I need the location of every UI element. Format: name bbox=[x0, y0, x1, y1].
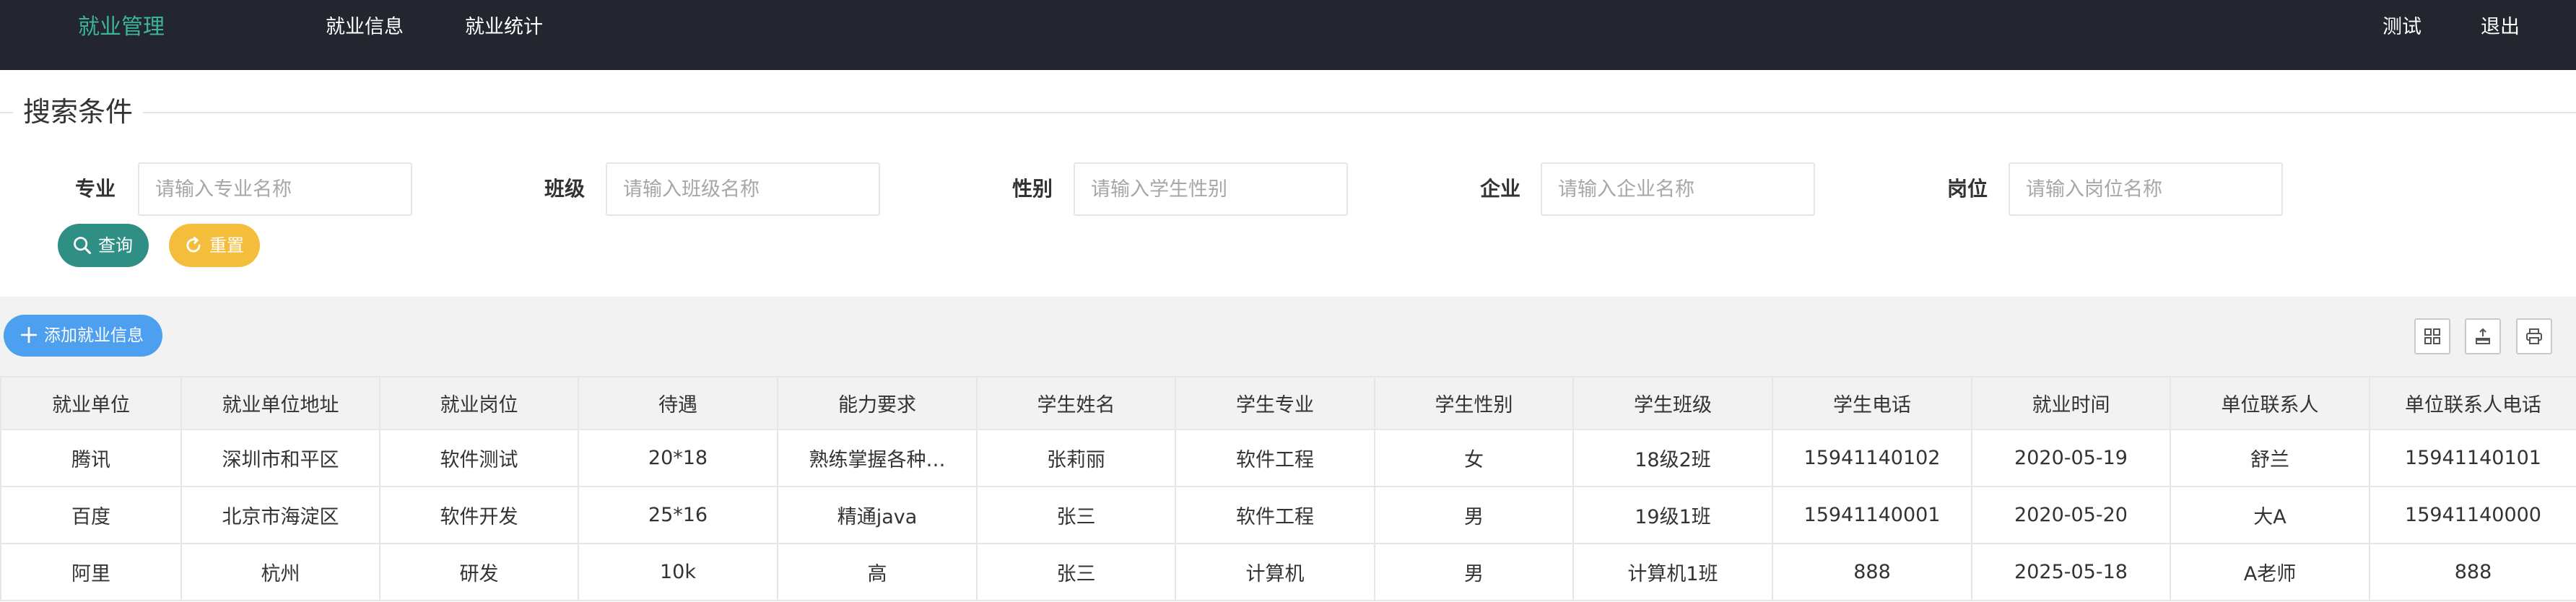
refresh-icon bbox=[186, 237, 201, 253]
table-cell: 百度 bbox=[0, 486, 182, 544]
nav-user-test[interactable]: 测试 bbox=[2383, 14, 2421, 40]
nav-employment-info[interactable]: 就业信息 bbox=[326, 14, 404, 40]
table-row[interactable]: 腾讯 深圳市和平区 软件测试 20*18 熟练掌握各种… 张莉丽 软件工程 女 … bbox=[0, 429, 2576, 487]
column-header[interactable]: 就业单位地址 bbox=[180, 376, 380, 430]
table-cell: 888 bbox=[1772, 543, 1972, 601]
table-cell: 精通java bbox=[777, 486, 978, 544]
table-cell: 研发 bbox=[379, 543, 579, 601]
column-header[interactable]: 学生姓名 bbox=[976, 376, 1176, 430]
company-input[interactable] bbox=[1541, 162, 1815, 216]
column-header[interactable]: 学生电话 bbox=[1772, 376, 1972, 430]
table-cell: 2025-05-18 bbox=[1971, 543, 2171, 601]
table-cell: 深圳市和平区 bbox=[180, 429, 380, 487]
query-button-label: 查询 bbox=[98, 235, 133, 256]
table-cell: 男 bbox=[1374, 486, 1574, 544]
table-cell: 15941140101 bbox=[2369, 429, 2576, 487]
column-header[interactable]: 就业岗位 bbox=[379, 376, 579, 430]
major-label: 专业 bbox=[75, 177, 116, 201]
position-input[interactable] bbox=[2009, 162, 2283, 216]
gender-input[interactable] bbox=[1074, 162, 1348, 216]
column-header[interactable]: 就业单位 bbox=[0, 376, 182, 430]
company-label: 企业 bbox=[1480, 177, 1521, 201]
table-cell: 19级1班 bbox=[1572, 486, 1773, 544]
table-cell: 15941140001 bbox=[1772, 486, 1972, 544]
table-cell: 15941140000 bbox=[2369, 486, 2576, 544]
reset-button[interactable]: 重置 bbox=[169, 224, 260, 267]
table-cell: 张三 bbox=[976, 543, 1176, 601]
column-header[interactable]: 就业时间 bbox=[1971, 376, 2171, 430]
top-navbar: 就业管理 就业信息 就业统计 测试 退出 bbox=[0, 0, 2576, 70]
table-cell: 杭州 bbox=[180, 543, 380, 601]
column-header[interactable]: 待遇 bbox=[578, 376, 778, 430]
fieldset-border bbox=[0, 112, 2576, 113]
print-icon bbox=[2526, 328, 2542, 344]
column-header[interactable]: 学生性别 bbox=[1374, 376, 1574, 430]
column-header[interactable]: 单位联系人 bbox=[2170, 376, 2370, 430]
table-cell: 计算机 bbox=[1175, 543, 1375, 601]
table-cell: 熟练掌握各种… bbox=[777, 429, 978, 487]
brand-logo[interactable]: 就业管理 bbox=[78, 13, 165, 42]
table-cell: 女 bbox=[1374, 429, 1574, 487]
nav-logout[interactable]: 退出 bbox=[2481, 14, 2520, 40]
table-cell: 计算机1班 bbox=[1572, 543, 1773, 601]
plus-icon bbox=[20, 326, 38, 344]
nav-employment-stats[interactable]: 就业统计 bbox=[465, 14, 543, 40]
search-icon bbox=[74, 237, 92, 255]
major-input[interactable] bbox=[138, 162, 412, 216]
table-cell: 北京市海淀区 bbox=[180, 486, 380, 544]
gender-label: 性别 bbox=[1012, 177, 1053, 201]
query-button[interactable]: 查询 bbox=[58, 224, 149, 267]
table-cell: 25*16 bbox=[578, 486, 778, 544]
class-input[interactable] bbox=[606, 162, 880, 216]
column-header[interactable]: 学生班级 bbox=[1572, 376, 1773, 430]
columns-filter-button[interactable] bbox=[2414, 318, 2450, 354]
search-legend: 搜索条件 bbox=[13, 92, 144, 131]
table-cell: 2020-05-19 bbox=[1971, 429, 2171, 487]
table-cell: 阿里 bbox=[0, 543, 182, 601]
table-cell: 软件开发 bbox=[379, 486, 579, 544]
employment-table: 就业单位 就业单位地址 就业岗位 待遇 能力要求 学生姓名 学生专业 学生性别 … bbox=[0, 376, 2576, 602]
export-icon bbox=[2476, 328, 2490, 344]
table-cell: 大A bbox=[2170, 486, 2370, 544]
table-cell: 男 bbox=[1374, 543, 1574, 601]
table-cell: 10k bbox=[578, 543, 778, 601]
table-row[interactable]: 阿里 杭州 研发 10k 高 张三 计算机 男 计算机1班 888 2025-0… bbox=[0, 543, 2576, 601]
table-cell: 软件测试 bbox=[379, 429, 579, 487]
print-button[interactable] bbox=[2516, 318, 2552, 354]
table-cell: 舒兰 bbox=[2170, 429, 2370, 487]
class-label: 班级 bbox=[544, 177, 586, 201]
column-header[interactable]: 学生专业 bbox=[1175, 376, 1375, 430]
table-cell: 腾讯 bbox=[0, 429, 182, 487]
add-employment-label: 添加就业信息 bbox=[44, 326, 144, 345]
table-cell: 软件工程 bbox=[1175, 429, 1375, 487]
columns-icon bbox=[2424, 328, 2440, 344]
column-header[interactable]: 单位联系人电话 bbox=[2369, 376, 2576, 430]
table-cell: 20*18 bbox=[578, 429, 778, 487]
table-cell: 2020-05-20 bbox=[1971, 486, 2171, 544]
column-header[interactable]: 能力要求 bbox=[777, 376, 978, 430]
reset-button-label: 重置 bbox=[209, 235, 244, 256]
table-row[interactable]: 百度 北京市海淀区 软件开发 25*16 精通java 张三 软件工程 男 19… bbox=[0, 486, 2576, 544]
table-cell: 18级2班 bbox=[1572, 429, 1773, 487]
table-header-row: 就业单位 就业单位地址 就业岗位 待遇 能力要求 学生姓名 学生专业 学生性别 … bbox=[0, 376, 2576, 430]
table-cell: A老师 bbox=[2170, 543, 2370, 601]
table-toolbar bbox=[0, 297, 2576, 376]
table-cell: 张三 bbox=[976, 486, 1176, 544]
table-cell: 15941140102 bbox=[1772, 429, 1972, 487]
position-label: 岗位 bbox=[1947, 177, 1988, 201]
table-cell: 高 bbox=[777, 543, 978, 601]
table-cell: 888 bbox=[2369, 543, 2576, 601]
table-cell: 张莉丽 bbox=[976, 429, 1176, 487]
export-button[interactable] bbox=[2465, 318, 2501, 354]
table-cell: 软件工程 bbox=[1175, 486, 1375, 544]
add-employment-button[interactable]: 添加就业信息 bbox=[4, 315, 162, 357]
